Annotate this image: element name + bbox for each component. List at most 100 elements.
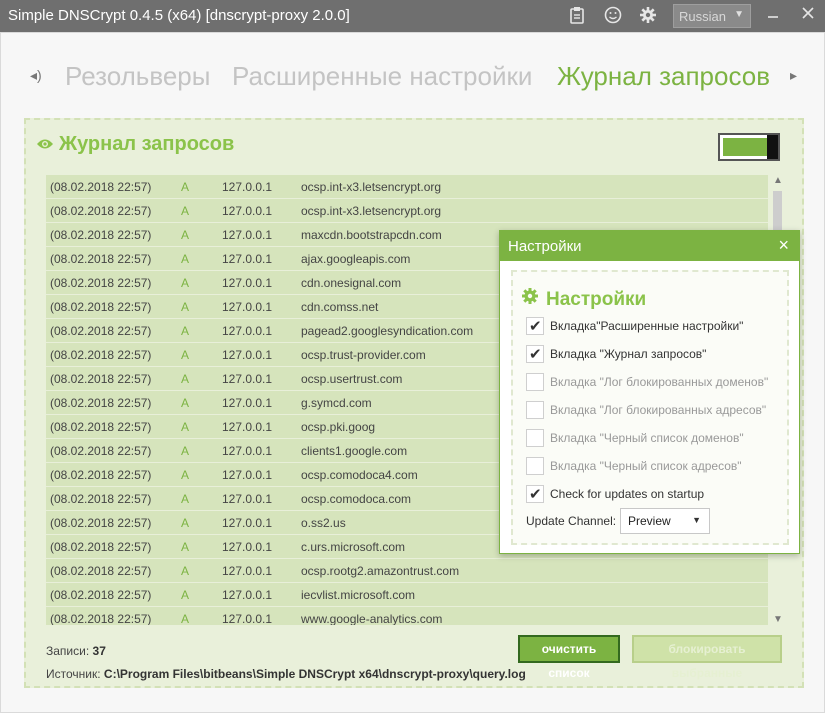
tab-next-icon[interactable]: ▸ — [790, 67, 797, 84]
log-host: cdn.onesignal.com — [301, 276, 402, 290]
log-ip: 127.0.0.1 — [222, 396, 273, 410]
log-ip: 127.0.0.1 — [222, 276, 273, 290]
log-host: ocsp.pki.goog — [301, 420, 376, 434]
clipboard-icon[interactable] — [567, 6, 587, 26]
log-time: (08.02.2018 22:57) — [50, 540, 152, 554]
log-row[interactable]: (08.02.2018 22:57) A 127.0.0.1 ocsp.int-x3.… — [46, 175, 768, 199]
dialog-title-bar: Настройки × — [500, 231, 799, 261]
log-time: (08.02.2018 22:57) — [50, 396, 152, 410]
dialog-body: Настройки Update Channel: Preview ▼ Вкла… — [511, 270, 789, 545]
log-host: g.symcd.com — [301, 396, 372, 410]
log-host: maxcdn.bootstrapcdn.com — [301, 228, 442, 242]
log-row[interactable]: (08.02.2018 22:57) A 127.0.0.1 ocsp.int-x3.… — [46, 199, 768, 223]
log-time: (08.02.2018 22:57) — [50, 228, 152, 242]
toggle-knob — [767, 135, 778, 159]
log-type: A — [181, 276, 190, 290]
log-ip: 127.0.0.1 — [222, 324, 273, 338]
log-host: c.urs.microsoft.com — [301, 540, 406, 554]
log-row[interactable]: (08.02.2018 22:57) A 127.0.0.1 ocsp.rootg2.… — [46, 559, 768, 583]
block-selected-button[interactable]: блокировать выбранные — [632, 635, 782, 680]
log-type: A — [181, 612, 190, 625]
settings-option-label: Check for updates on startup — [550, 487, 705, 501]
checkbox — [526, 401, 544, 419]
window-title: Simple DNSCrypt 0.4.5 (x64) [dnscrypt-pr… — [8, 7, 350, 24]
log-time: (08.02.2018 22:57) — [50, 204, 152, 218]
checkbox — [526, 429, 544, 447]
chevron-down-icon: ▼ — [692, 515, 701, 525]
eye-icon — [36, 133, 54, 156]
minimize-icon[interactable] — [763, 6, 783, 26]
scroll-up-icon[interactable]: ▲ — [773, 175, 783, 186]
log-time: (08.02.2018 22:57) — [50, 180, 152, 194]
tab-prev-icon[interactable]: ◂) — [30, 67, 42, 84]
chevron-down-icon: ▼ — [734, 9, 744, 20]
tab-strip: ◂) Резольверы Расширенные настройки Журн… — [1, 33, 825, 113]
log-type: A — [181, 300, 190, 314]
clear-list-button[interactable]: очистить список — [518, 635, 620, 680]
tab-advanced-settings[interactable]: Расширенные настройки — [232, 61, 532, 92]
dialog-heading-text: Настройки — [546, 289, 647, 310]
log-ip: 127.0.0.1 — [222, 180, 273, 194]
query-log-toggle[interactable] — [718, 133, 780, 161]
log-type: A — [181, 372, 190, 386]
log-ip: 127.0.0.1 — [222, 444, 273, 458]
checkbox[interactable] — [526, 485, 544, 503]
gear-icon — [521, 287, 541, 311]
log-ip: 127.0.0.1 — [222, 252, 273, 266]
log-time: (08.02.2018 22:57) — [50, 516, 152, 530]
tab-resolvers[interactable]: Резольверы — [65, 61, 210, 92]
log-time: (08.02.2018 22:57) — [50, 372, 152, 386]
log-ip: 127.0.0.1 — [222, 348, 273, 362]
title-bar: Simple DNSCrypt 0.4.5 (x64) [dnscrypt-pr… — [0, 0, 825, 32]
update-channel-select[interactable]: Preview ▼ — [620, 508, 710, 534]
gear-icon[interactable] — [638, 6, 658, 26]
log-time: (08.02.2018 22:57) — [50, 252, 152, 266]
log-host: ocsp.trust-provider.com — [301, 348, 426, 362]
log-time: (08.02.2018 22:57) — [50, 300, 152, 314]
log-row[interactable]: (08.02.2018 22:57) A 127.0.0.1 www.google-a… — [46, 607, 768, 625]
dialog-close-icon[interactable]: × — [778, 235, 789, 256]
log-type: A — [181, 324, 190, 338]
scroll-down-icon[interactable]: ▼ — [773, 614, 783, 625]
settings-option-label: Вкладка "Журнал запросов" — [550, 347, 707, 361]
log-ip: 127.0.0.1 — [222, 228, 273, 242]
log-source-path: C:\Program Files\bitbeans\Simple DNSCryp… — [103, 667, 526, 681]
update-channel-label: Update Channel: — [526, 514, 617, 528]
log-host: pagead2.googlesyndication.com — [301, 324, 474, 338]
log-time: (08.02.2018 22:57) — [50, 492, 152, 506]
language-value: Russian — [679, 9, 726, 24]
log-ip: 127.0.0.1 — [222, 612, 273, 625]
checkbox — [526, 373, 544, 391]
settings-dialog: Настройки × Настройки Update Channel: Pr… — [499, 230, 800, 554]
tab-query-log[interactable]: Журнал запросов — [557, 61, 770, 92]
log-host: cdn.comss.net — [301, 300, 379, 314]
log-ip: 127.0.0.1 — [222, 420, 273, 434]
log-time: (08.02.2018 22:57) — [50, 444, 152, 458]
settings-option-label: Вкладка"Расширенные настройки" — [550, 319, 744, 333]
close-icon[interactable] — [798, 6, 818, 26]
log-ip: 127.0.0.1 — [222, 540, 273, 554]
checkbox[interactable] — [526, 345, 544, 363]
log-ip: 127.0.0.1 — [222, 204, 273, 218]
settings-option-label: Вкладка "Черный список адресов" — [550, 459, 742, 473]
checkbox[interactable] — [526, 317, 544, 335]
log-row[interactable]: (08.02.2018 22:57) A 127.0.0.1 iecvlist.mic… — [46, 583, 768, 607]
dialog-title: Настройки — [508, 238, 582, 255]
log-time: (08.02.2018 22:57) — [50, 276, 152, 290]
panel-title: Журнал запросов — [36, 133, 234, 156]
log-type: A — [181, 444, 190, 458]
log-type: A — [181, 252, 190, 266]
log-host: ocsp.comodoca.com — [301, 492, 412, 506]
panel-title-text: Журнал запросов — [59, 133, 235, 155]
log-type: A — [181, 348, 190, 362]
log-ip: 127.0.0.1 — [222, 468, 273, 482]
log-host: ocsp.usertrust.com — [301, 372, 403, 386]
update-channel-value: Preview — [628, 514, 671, 528]
language-select[interactable]: Russian ▼ — [673, 4, 751, 28]
smiley-icon[interactable] — [603, 6, 623, 26]
log-type: A — [181, 516, 190, 530]
log-type: A — [181, 540, 190, 554]
entry-count: Записи: 37 — [46, 644, 106, 658]
log-ip: 127.0.0.1 — [222, 588, 273, 602]
log-time: (08.02.2018 22:57) — [50, 588, 152, 602]
